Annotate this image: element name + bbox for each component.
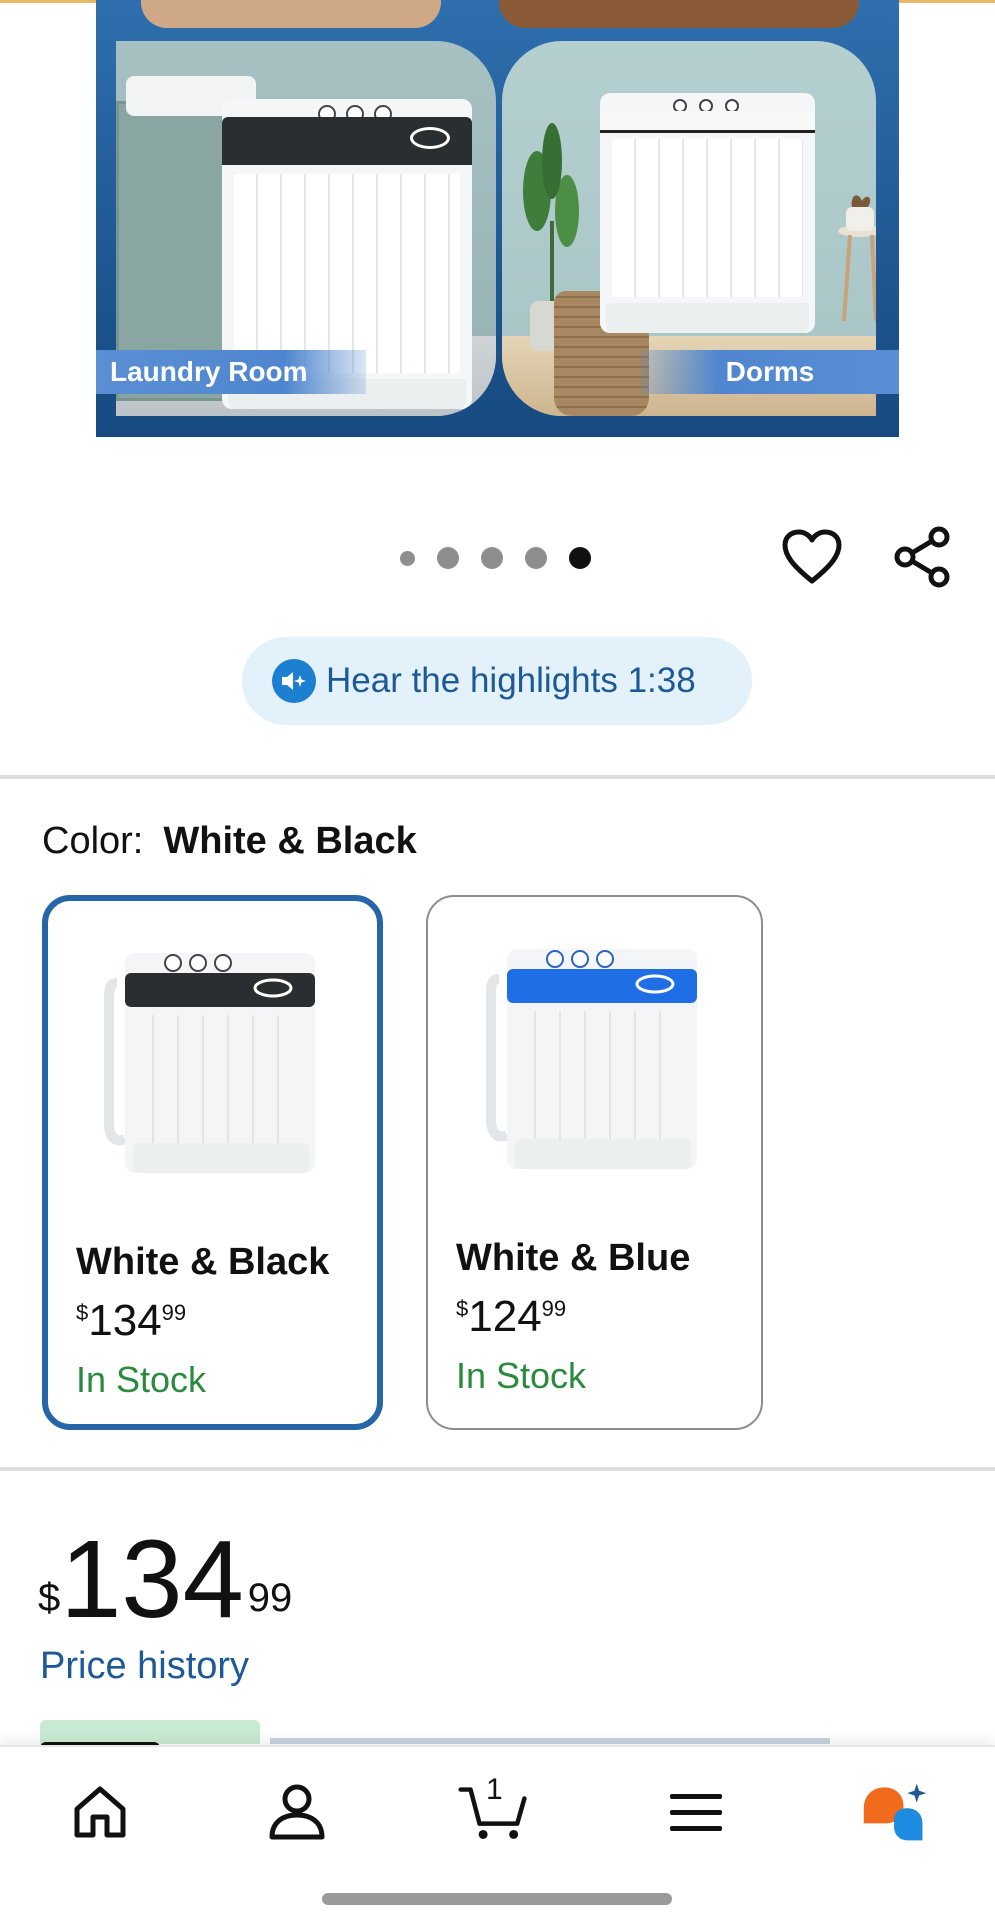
share-button[interactable]: [891, 525, 955, 589]
highlights-label: Hear the highlights 1:38: [326, 661, 696, 700]
option-price: $12499: [456, 1292, 567, 1341]
divider: [0, 1467, 995, 1471]
divider: [0, 775, 995, 779]
nav-account[interactable]: [262, 1777, 332, 1847]
image-top-strip: [141, 0, 441, 28]
option-stock-status: In Stock: [76, 1359, 207, 1400]
washer-black-thumbnail: [103, 953, 315, 1173]
share-icon: [894, 526, 950, 588]
option-name: White & Blue: [456, 1237, 691, 1279]
option-stock-status: In Stock: [456, 1355, 587, 1396]
carousel-dot[interactable]: [437, 547, 459, 569]
washer-blue-thumbnail: [485, 949, 697, 1169]
heart-outline-icon: [782, 529, 842, 584]
savings-badge: [40, 1720, 260, 1744]
carousel-dot[interactable]: [481, 547, 503, 569]
caption-dorms: Dorms: [641, 350, 899, 394]
cart-count: 1: [486, 1773, 503, 1806]
carousel-dot[interactable]: [400, 550, 415, 566]
product-price: $134 99: [38, 1518, 293, 1641]
color-selector-label: Color: White & Black: [42, 820, 417, 862]
menu-icon: [670, 1794, 722, 1831]
nav-assistant[interactable]: [860, 1777, 930, 1847]
nav-cart[interactable]: 1: [458, 1773, 528, 1847]
product-page: Laundry Room Dorms Hear the highlights 1…: [0, 0, 995, 1920]
carousel-dot-active[interactable]: [569, 547, 591, 569]
caption-laundry-room: Laundry Room: [96, 350, 366, 394]
image-top-strip: [499, 0, 859, 28]
account-icon: [269, 1784, 325, 1840]
obscured-text: [270, 1738, 830, 1744]
hear-highlights-button[interactable]: Hear the highlights 1:38: [242, 637, 752, 725]
product-image[interactable]: Laundry Room Dorms: [96, 0, 899, 437]
assistant-icon: [863, 1783, 927, 1841]
washer-white: [600, 93, 815, 333]
side-table: [838, 195, 876, 322]
carousel-dot[interactable]: [525, 547, 547, 569]
favorite-button[interactable]: [780, 525, 844, 589]
option-name: White & Black: [76, 1241, 330, 1283]
option-price: $13499: [76, 1296, 187, 1345]
carousel-indicator[interactable]: [400, 546, 613, 570]
nav-menu[interactable]: [661, 1777, 731, 1847]
color-option-white-black[interactable]: White & Black $13499 In Stock: [42, 895, 383, 1430]
color-option-white-blue[interactable]: White & Blue $12499 In Stock: [426, 895, 763, 1430]
speaker-sparkle-icon: [272, 659, 316, 703]
nav-home[interactable]: [65, 1777, 135, 1847]
home-icon: [74, 1786, 126, 1838]
price-history-link[interactable]: Price history: [40, 1645, 249, 1688]
selected-color-value: White & Black: [163, 820, 417, 862]
home-indicator[interactable]: [322, 1893, 672, 1905]
